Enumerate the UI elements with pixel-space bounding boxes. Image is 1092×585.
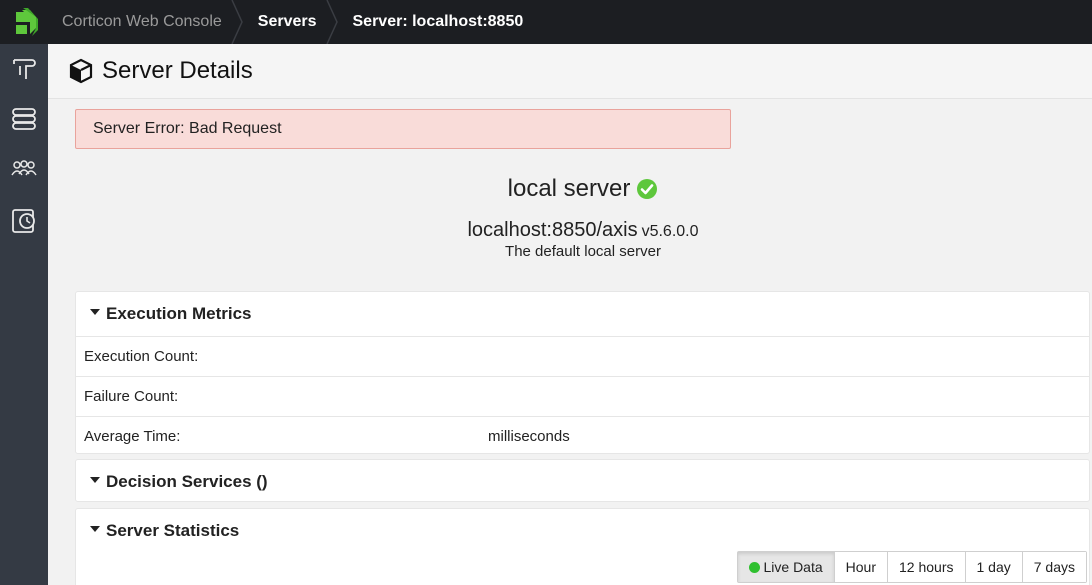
breadcrumb-app-label: Corticon Web Console <box>62 13 222 30</box>
breadcrumb-servers[interactable]: Servers <box>244 0 339 44</box>
corticon-logo-icon[interactable] <box>0 0 48 44</box>
servers-icon <box>12 108 36 130</box>
page-title: Server Details <box>102 57 253 84</box>
cube-icon <box>69 58 93 84</box>
range-1-day-button[interactable]: 1 day <box>964 552 1022 582</box>
breadcrumb-app[interactable]: Corticon Web Console <box>48 0 244 44</box>
decision-services-title: Decision Services () <box>106 471 268 491</box>
decision-services-panel: Decision Services () <box>75 459 1090 502</box>
range-label: Live Data <box>763 559 823 575</box>
breadcrumb-separator-icon <box>231 0 243 44</box>
error-alert: Server Error: Bad Request <box>75 109 731 149</box>
sidebar-item-servers[interactable] <box>0 94 48 144</box>
live-indicator-icon <box>748 561 760 573</box>
top-bar: Corticon Web Console Servers Server: loc… <box>0 0 1092 44</box>
server-url-text: localhost:8850/axis <box>467 219 638 241</box>
range-live-data-button[interactable]: Live Data <box>737 552 834 582</box>
metric-label: Failure Count: <box>84 388 179 405</box>
sidebar-item-decision-services[interactable] <box>0 44 48 94</box>
execution-metrics-panel: Execution Metrics Execution Count: Failu… <box>75 291 1090 454</box>
sidebar-item-users[interactable] <box>0 144 48 194</box>
server-name-label: local server <box>507 175 631 202</box>
execution-metrics-header[interactable]: Execution Metrics <box>76 292 1089 336</box>
server-statistics-panel: Server Statistics Live Data Hour 12 hour… <box>75 508 1090 585</box>
range-label: 12 hours <box>899 559 954 575</box>
decision-services-header[interactable]: Decision Services () <box>76 460 1089 503</box>
caret-down-icon <box>90 309 100 315</box>
metric-row-execution-count: Execution Count: <box>76 336 1089 376</box>
check-circle-icon <box>636 178 658 200</box>
decision-tree-icon <box>13 59 36 79</box>
server-description: The default local server <box>505 243 661 260</box>
metric-unit: milliseconds <box>488 428 570 445</box>
metric-label: Average Time: <box>84 428 181 445</box>
page-header: Server Details <box>48 44 1092 99</box>
caret-down-icon <box>90 525 100 532</box>
range-hour-button[interactable]: Hour <box>833 552 888 582</box>
time-range-group: Live Data Hour 12 hours 1 day 7 days <box>736 551 1087 583</box>
breadcrumb-current: Server: localhost:8850 <box>339 0 546 44</box>
sidebar <box>0 44 48 585</box>
execution-metrics-title: Execution Metrics <box>106 304 252 323</box>
metric-row-failure-count: Failure Count: <box>76 376 1089 416</box>
server-statistics-header[interactable]: Server Statistics <box>76 509 1089 552</box>
range-12-hours-button[interactable]: 12 hours <box>887 552 965 582</box>
caret-down-icon <box>90 476 100 483</box>
sidebar-item-monitoring[interactable] <box>0 196 48 246</box>
main-content: Server Error: Bad Request local server l… <box>48 99 1092 585</box>
server-url: localhost:8850/axis v5.6.0.0 <box>48 219 1092 242</box>
breadcrumb-current-label: Server: localhost:8850 <box>352 13 524 30</box>
breadcrumb: Corticon Web Console Servers Server: loc… <box>48 0 545 44</box>
server-version: v5.6.0.0 <box>641 223 699 240</box>
range-label: 1 day <box>976 559 1011 575</box>
range-label: Hour <box>845 559 877 575</box>
breadcrumb-servers-label: Servers <box>257 13 317 30</box>
server-statistics-title: Server Statistics <box>106 520 240 540</box>
metric-row-average-time: Average Time: milliseconds <box>76 416 1089 456</box>
monitor-clock-icon <box>12 209 35 233</box>
metric-label: Execution Count: <box>84 348 199 365</box>
error-alert-text: Server Error: Bad Request <box>93 120 282 137</box>
breadcrumb-separator-icon <box>325 0 338 44</box>
range-label: 7 days <box>1033 559 1075 575</box>
server-name: local server <box>48 175 1092 203</box>
range-7-days-button[interactable]: 7 days <box>1021 552 1086 582</box>
users-icon <box>11 160 37 176</box>
